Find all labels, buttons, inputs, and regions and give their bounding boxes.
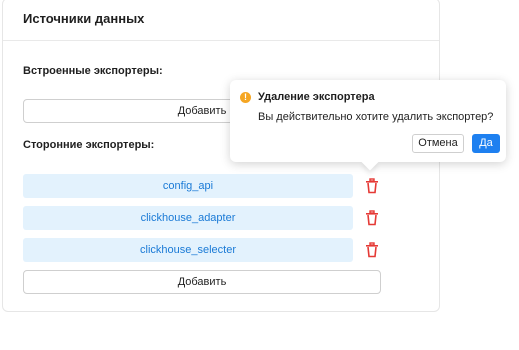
popover-title: Удаление экспортера [258, 91, 375, 103]
panel-divider [3, 40, 439, 41]
delete-exporter-button[interactable] [365, 242, 379, 258]
exporter-chip-clickhouse-adapter[interactable]: clickhouse_adapter [23, 206, 353, 230]
trash-icon [366, 210, 378, 226]
panel-title: Источники данных [23, 11, 145, 26]
exporter-chip-clickhouse-selecter[interactable]: clickhouse_selecter [23, 238, 353, 262]
exporter-row: clickhouse_selecter [23, 238, 401, 262]
exporter-chip-config-api[interactable]: config_api [23, 174, 353, 198]
exporter-row: clickhouse_adapter [23, 206, 401, 230]
delete-exporter-button[interactable] [365, 178, 379, 194]
warning-icon: ! [240, 92, 251, 103]
add-third-party-exporter-button[interactable]: Добавить [23, 270, 381, 294]
confirm-delete-button[interactable]: Да [472, 134, 500, 153]
popover-message: Вы действительно хотите удалить экспорте… [258, 111, 494, 123]
cancel-button[interactable]: Отмена [412, 134, 464, 153]
builtin-exporters-label: Встроенные экспортеры: [23, 65, 163, 77]
third-party-exporters-label: Сторонние экспортеры: [23, 139, 155, 151]
trash-icon [366, 242, 378, 258]
delete-exporter-button[interactable] [365, 210, 379, 226]
exporter-row: config_api [23, 174, 401, 198]
delete-confirm-popover: ! Удаление экспортера Вы действительно х… [230, 80, 506, 171]
trash-icon [366, 178, 378, 194]
